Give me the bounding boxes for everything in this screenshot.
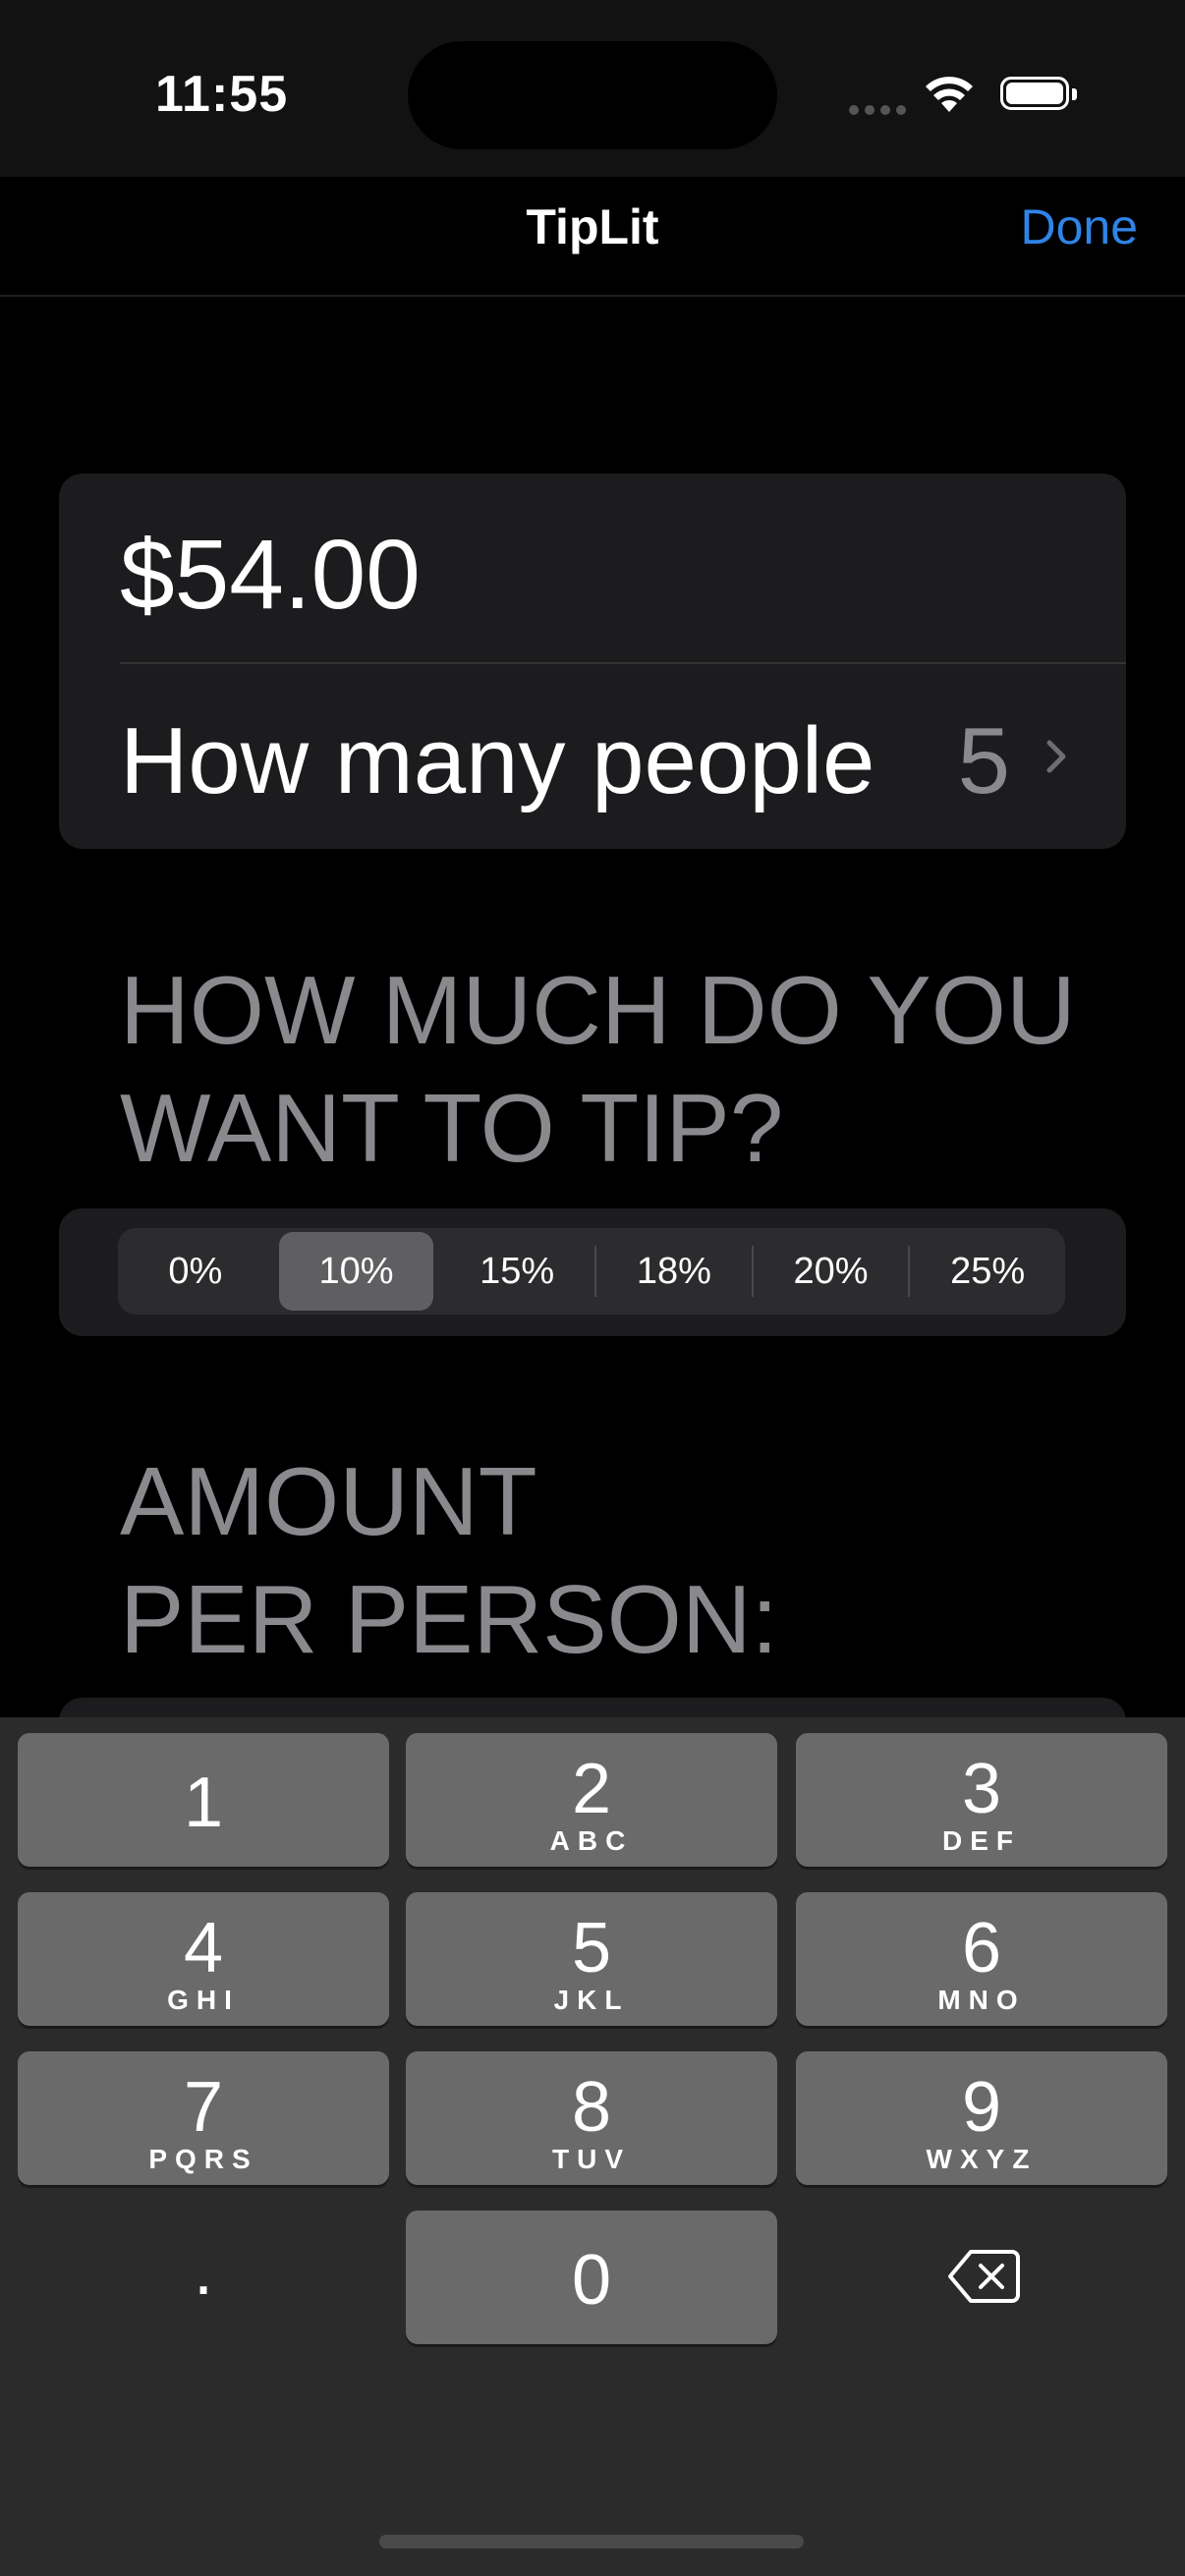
tip-title-line2: WANT TO TIP?: [120, 1074, 784, 1182]
wifi-icon: [924, 73, 975, 121]
key-8[interactable]: 8 TUV: [406, 2051, 777, 2185]
key-3[interactable]: 3 DEF: [796, 1733, 1167, 1867]
key-digit: 8: [571, 2068, 612, 2147]
key-digit: 7: [183, 2068, 224, 2147]
people-count-label[interactable]: How many people: [120, 707, 875, 815]
tip-segmented-control[interactable]: 0% 10% 15% 18% 20% 25%: [118, 1228, 1065, 1315]
key-digit: 2: [571, 1750, 612, 1828]
key-digit: 4: [183, 1909, 224, 1988]
tip-option-10-selected[interactable]: 10%: [278, 1232, 434, 1311]
key-digit: 9: [961, 2068, 1002, 2147]
card-divider: [120, 662, 1126, 664]
amount-section-title: AMOUNT PER PERSON:: [120, 1442, 778, 1678]
key-1[interactable]: 1: [18, 1733, 389, 1867]
tip-option-0[interactable]: 0%: [118, 1228, 273, 1315]
key-letters: ABC: [549, 1825, 634, 1856]
backspace-key[interactable]: [796, 2211, 1167, 2344]
key-4[interactable]: 4 GHI: [18, 1892, 389, 2026]
key-digit: 1: [183, 1764, 224, 1842]
key-digit: 0: [571, 2241, 612, 2320]
tip-title-line1: HOW MUCH DO YOU: [120, 956, 1076, 1064]
bill-card: $54.00 How many people 5: [59, 474, 1126, 849]
key-decimal[interactable]: .: [18, 2211, 389, 2344]
key-5[interactable]: 5 JKL: [406, 1892, 777, 2026]
key-letters: DEF: [942, 1825, 1021, 1856]
key-7[interactable]: 7 PQRS: [18, 2051, 389, 2185]
tip-card: 0% 10% 15% 18% 20% 25%: [59, 1208, 1126, 1336]
status-bar: 11:55 TipLit Done: [0, 0, 1185, 297]
dynamic-island: [408, 41, 777, 149]
amount-title-line2: PER PERSON:: [120, 1565, 778, 1673]
key-6[interactable]: 6 MNO: [796, 1892, 1167, 2026]
tip-option-25[interactable]: 25%: [910, 1228, 1065, 1315]
delete-backward-icon: [948, 2250, 1020, 2303]
key-letters: GHI: [167, 1985, 240, 2015]
key-digit: 5: [571, 1909, 612, 1988]
key-digit: 6: [961, 1909, 1002, 1988]
key-letters: PQRS: [148, 2144, 258, 2174]
done-button[interactable]: Done: [1020, 198, 1138, 255]
amount-title-line1: AMOUNT: [120, 1447, 537, 1555]
people-count-value[interactable]: 5: [958, 707, 1010, 815]
tip-section-title: HOW MUCH DO YOU WANT TO TIP?: [120, 951, 1076, 1187]
key-letters: MNO: [937, 1985, 1026, 2015]
tip-option-18[interactable]: 18%: [596, 1228, 752, 1315]
tip-option-15[interactable]: 15%: [439, 1228, 594, 1315]
key-letters: WXYZ: [926, 2144, 1038, 2174]
numeric-keypad: 1 2 ABC 3 DEF 4 GHI 5 JKL 6 MNO 7 PQRS 8…: [0, 1717, 1185, 2576]
nav-title: TipLit: [526, 199, 659, 254]
bill-amount-field[interactable]: $54.00: [120, 519, 421, 632]
chevron-right-icon: [1044, 737, 1069, 781]
key-0[interactable]: 0: [406, 2211, 777, 2344]
home-indicator[interactable]: [379, 2535, 804, 2548]
key-letters: JKL: [553, 1985, 630, 2015]
cellular-signal-icon: [849, 102, 912, 120]
battery-icon: [1000, 77, 1081, 114]
key-digit: 3: [961, 1750, 1002, 1828]
key-letters: TUV: [552, 2144, 631, 2174]
key-digit: .: [193, 2231, 213, 2310]
key-2[interactable]: 2 ABC: [406, 1733, 777, 1867]
tip-option-20[interactable]: 20%: [754, 1228, 909, 1315]
key-9[interactable]: 9 WXYZ: [796, 2051, 1167, 2185]
nav-divider: [0, 295, 1185, 297]
status-time: 11:55: [155, 66, 289, 123]
